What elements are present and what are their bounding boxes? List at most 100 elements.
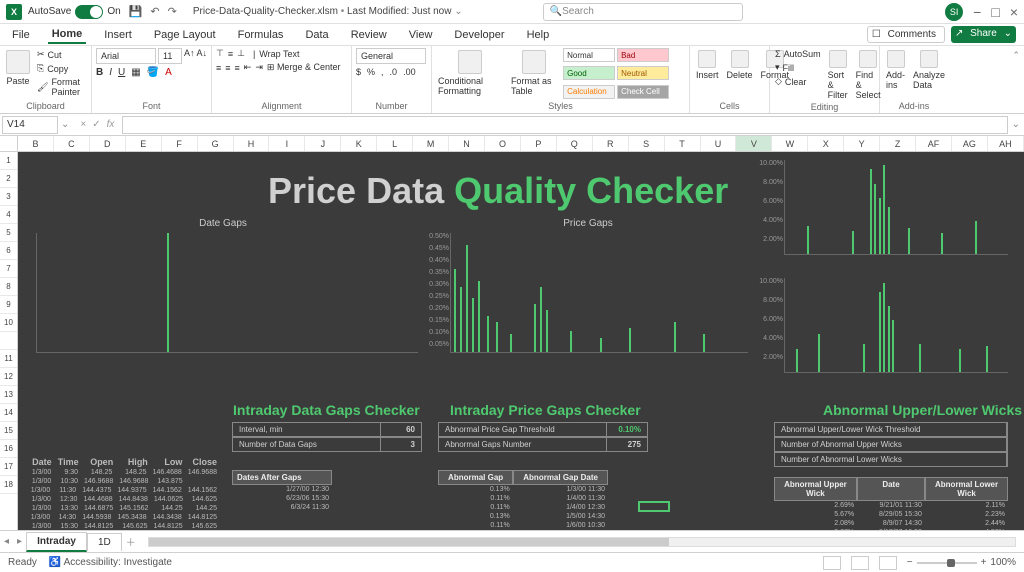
col-header[interactable]: P [521,136,557,151]
copy-button[interactable]: ⎘ Copy [36,62,87,75]
tab-nav-next-icon[interactable]: ▸ [13,536,26,547]
col-header[interactable]: H [234,136,270,151]
font-name-select[interactable]: Arial [96,48,156,64]
align-center-icon[interactable]: ≡ [225,63,230,73]
format-as-table-button[interactable]: Format as Table [509,48,559,101]
autosave-toggle[interactable]: AutoSave On [28,5,121,19]
col-header[interactable]: V [736,136,772,151]
horizontal-scrollbar[interactable] [148,537,1016,547]
addins-button[interactable]: Add-ins [884,48,907,101]
active-cell[interactable] [638,501,670,512]
align-top-icon[interactable]: ⊤ [216,48,224,59]
col-header[interactable]: F [162,136,198,151]
close-icon[interactable]: × [1010,4,1018,20]
chevron-down-icon[interactable]: ⌄ [454,6,462,17]
col-header[interactable]: AG [952,136,988,151]
col-header[interactable]: N [449,136,485,151]
view-page-break-icon[interactable] [879,556,897,570]
align-bot-icon[interactable]: ⊥ [237,48,245,59]
redo-icon[interactable]: ↷ [168,5,177,18]
fx-icon[interactable]: fx [107,119,115,130]
paste-button[interactable]: Paste [4,48,32,101]
name-box[interactable]: V14 [2,116,58,134]
col-header[interactable]: K [341,136,377,151]
save-icon[interactable]: 💾 [129,5,143,18]
column-headers[interactable]: B C D E F G H I J K L M N O P Q R S T U … [0,136,1024,152]
expand-fbar-icon[interactable]: ⌄ [1008,119,1024,130]
sheet-tab-intraday[interactable]: Intraday [26,532,87,552]
menu-developer[interactable]: Developer [450,27,508,43]
undo-icon[interactable]: ↶ [150,5,159,18]
formula-input[interactable] [122,116,1007,134]
col-header[interactable]: X [808,136,844,151]
select-all-corner[interactable] [0,136,18,151]
delete-cells-button[interactable]: Delete [725,48,755,101]
user-badge[interactable]: SI [945,3,963,21]
enter-formula-icon[interactable]: ✓ [92,119,100,130]
font-color-button[interactable]: A [165,67,172,78]
sheet-tab-1d[interactable]: 1D [87,533,122,551]
insert-cells-button[interactable]: Insert [694,48,721,101]
wrap-text-button[interactable]: Wrap Text [259,49,299,59]
fill-color-button[interactable]: 🪣 [147,67,159,78]
fill-button[interactable]: ▾ Fill [774,61,822,74]
col-header[interactable]: T [665,136,701,151]
style-check-cell[interactable]: Check Cell [617,85,669,99]
view-normal-icon[interactable] [823,556,841,570]
cancel-formula-icon[interactable]: × [80,119,86,130]
col-header[interactable]: AH [988,136,1024,151]
col-header[interactable]: O [485,136,521,151]
maximize-icon[interactable]: □ [991,4,999,20]
zoom-in-icon[interactable]: + [981,557,987,568]
new-sheet-icon[interactable]: ＋ [122,534,140,549]
underline-button[interactable]: U [118,67,125,78]
file-name[interactable]: Price-Data-Quality-Checker.xlsm [193,6,338,17]
menu-formulas[interactable]: Formulas [234,27,288,43]
col-header[interactable]: I [269,136,305,151]
zoom-slider[interactable] [917,562,977,564]
align-left-icon[interactable]: ≡ [216,63,221,73]
col-header[interactable]: S [629,136,665,151]
indent-dec-icon[interactable]: ⇤ [244,62,252,73]
menu-insert[interactable]: Insert [100,27,136,43]
col-header[interactable]: Z [880,136,916,151]
italic-button[interactable]: I [109,67,112,78]
col-header[interactable]: B [18,136,54,151]
find-select-button[interactable]: Find & Select [854,48,883,102]
col-header[interactable]: D [90,136,126,151]
zoom-out-icon[interactable]: − [907,557,913,568]
autosum-button[interactable]: Σ AutoSum [774,48,822,60]
col-header[interactable]: G [198,136,234,151]
col-header[interactable]: Y [844,136,880,151]
style-calculation[interactable]: Calculation [563,85,615,99]
border-button[interactable]: ▦ [131,67,140,78]
toggle-icon[interactable] [75,5,103,19]
col-header[interactable]: C [54,136,90,151]
style-good[interactable]: Good [563,66,615,80]
align-right-icon[interactable]: ≡ [235,63,240,73]
clear-button[interactable]: ◇ Clear [774,75,822,88]
bold-button[interactable]: B [96,67,103,78]
row-headers[interactable]: 123456789101112131415161718 [0,152,18,530]
menu-help[interactable]: Help [523,27,554,43]
analyze-button[interactable]: Analyze Data [911,48,947,101]
col-header[interactable]: E [126,136,162,151]
col-header[interactable]: U [701,136,737,151]
col-header[interactable]: R [593,136,629,151]
style-neutral[interactable]: Neutral [617,66,669,80]
search-input[interactable]: 🔍 Search [543,3,743,21]
menu-review[interactable]: Review [347,27,391,43]
view-page-layout-icon[interactable] [851,556,869,570]
currency-icon[interactable]: $ [356,67,361,77]
sheet-canvas[interactable]: Price Data Quality Checker Date Gaps Pri… [18,152,1024,530]
style-bad[interactable]: Bad [617,48,669,62]
name-box-dropdown-icon[interactable]: ⌄ [58,119,72,130]
inc-dec-icon[interactable]: .0 [390,67,398,77]
menu-page-layout[interactable]: Page Layout [150,27,220,43]
cut-button[interactable]: ✂ Cut [36,48,87,61]
cell-styles-gallery[interactable]: Normal Bad Good Neutral Calculation Chec… [563,48,685,101]
minimize-icon[interactable]: − [973,4,981,20]
zoom-control[interactable]: − + 100% [907,557,1016,568]
col-header[interactable]: AF [916,136,952,151]
percent-icon[interactable]: % [367,67,375,77]
